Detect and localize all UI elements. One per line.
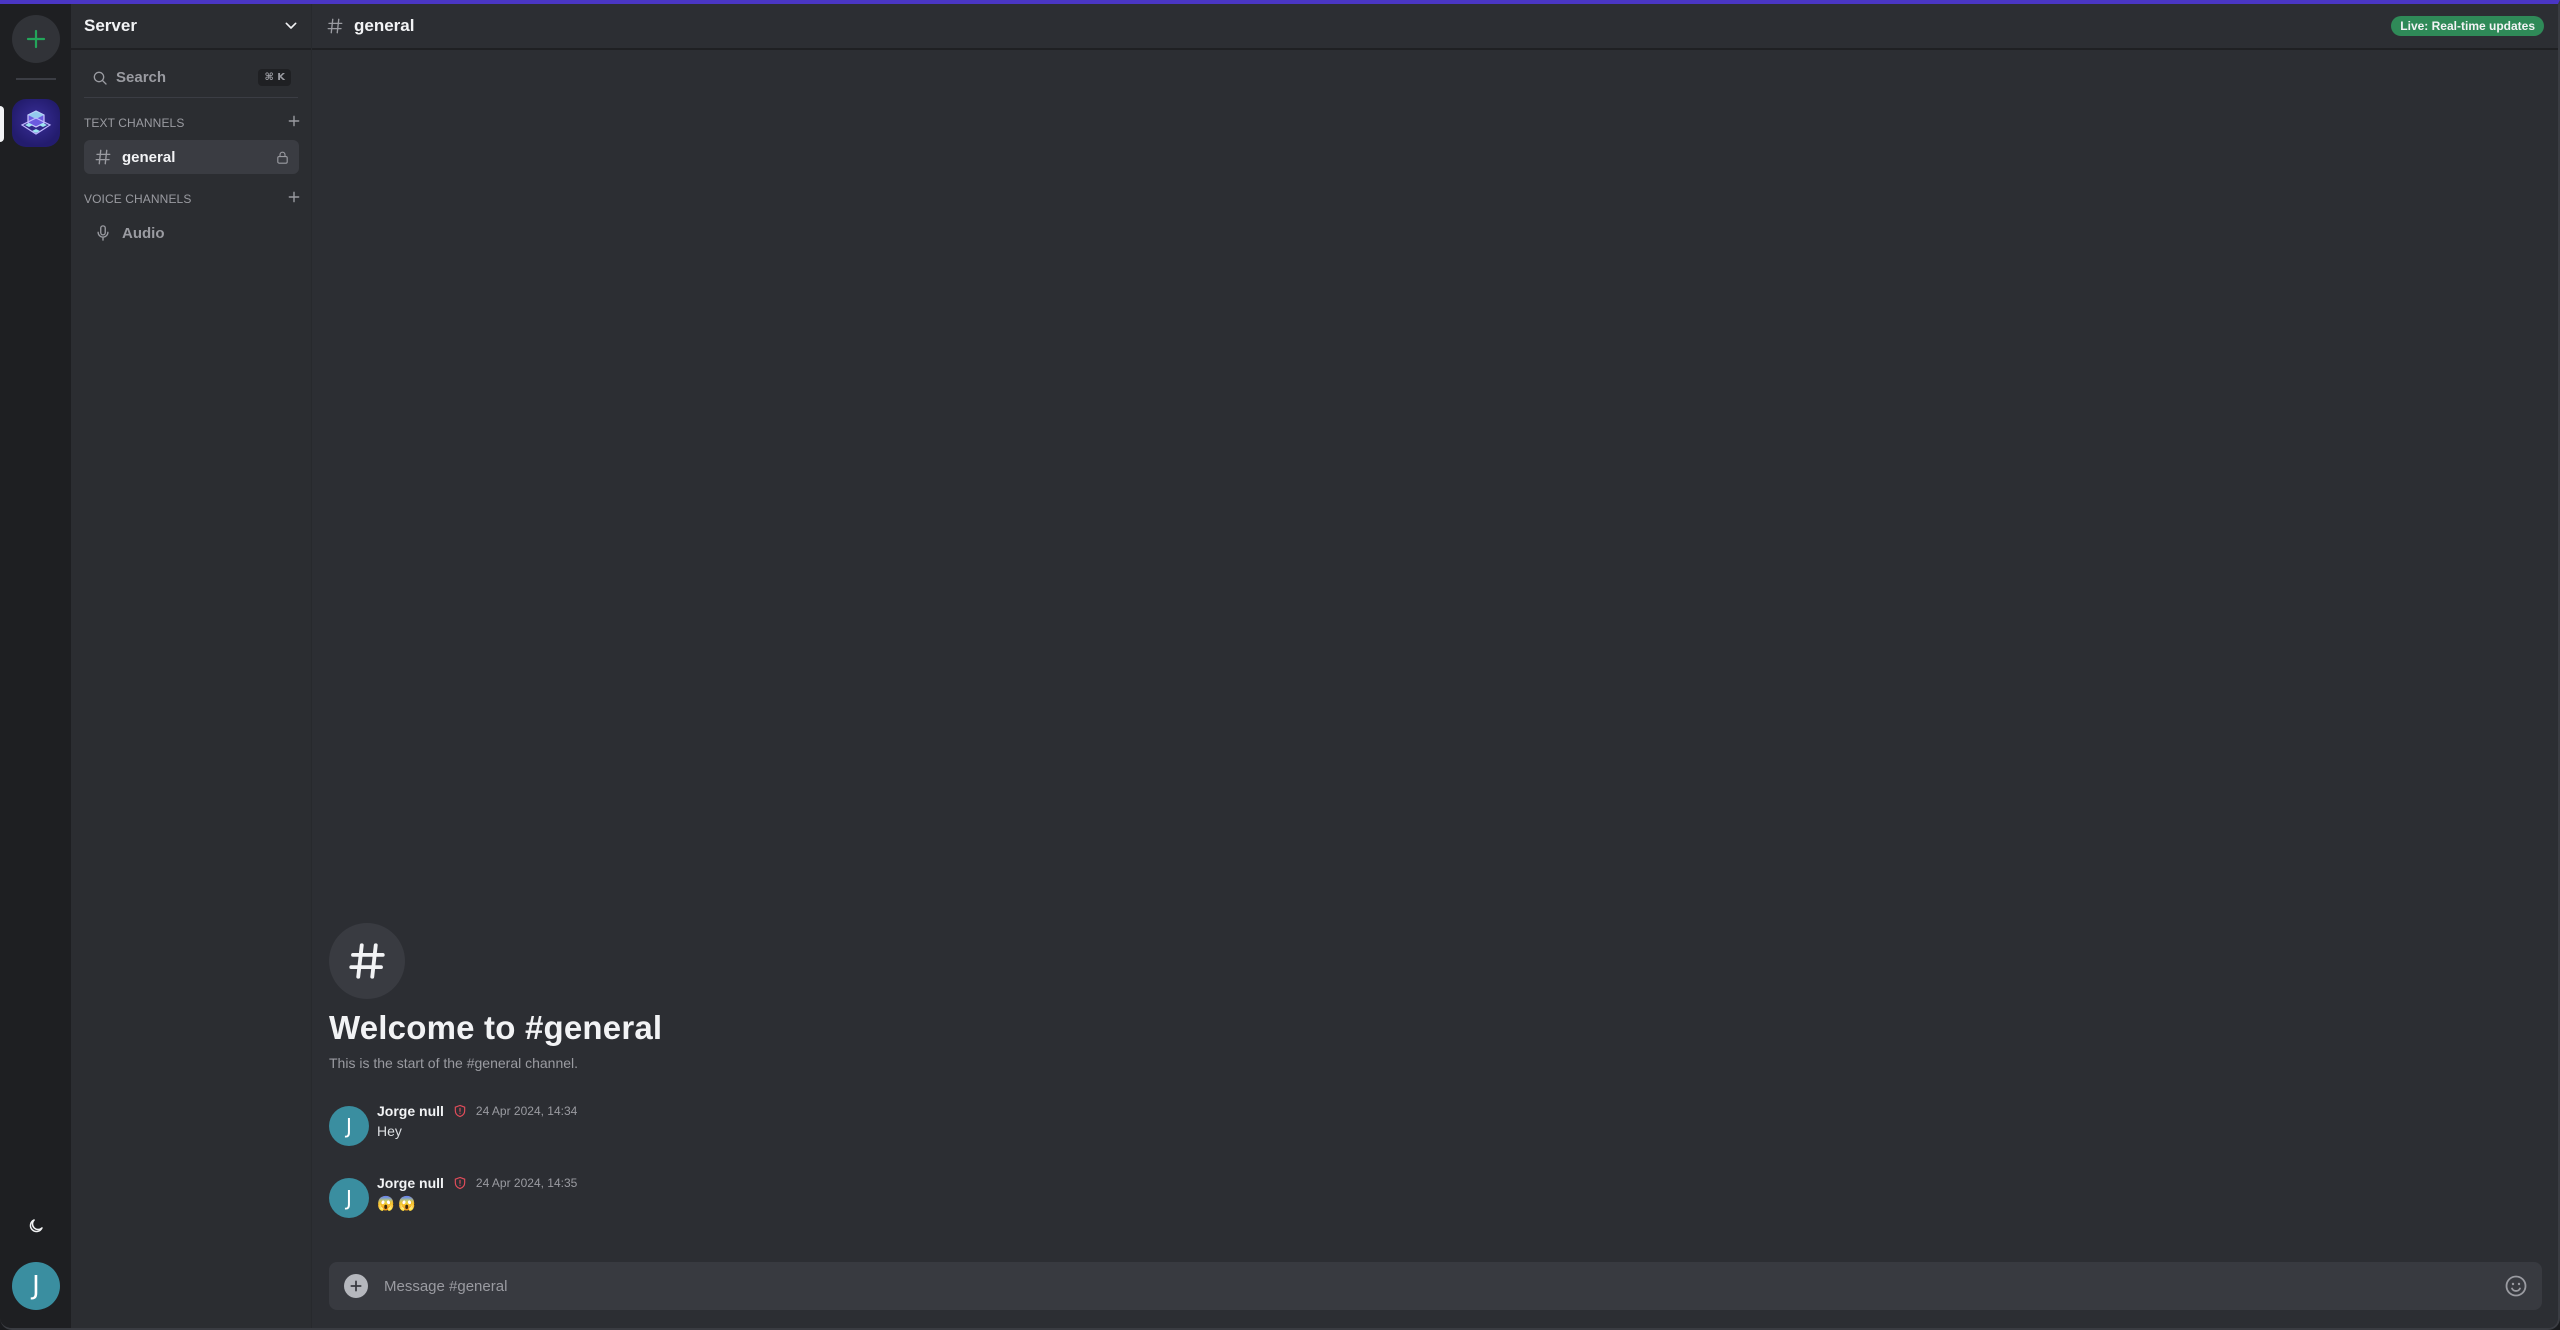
- moon-icon: [29, 1219, 43, 1233]
- welcome-subtitle: This is the start of the #general channe…: [329, 1055, 579, 1071]
- message-composer: [329, 1262, 2542, 1310]
- message-author[interactable]: Jorge null: [377, 1103, 444, 1119]
- message-timestamp: 24 Apr 2024, 14:35: [475, 1176, 578, 1190]
- channel-welcome: Welcome to #general This is the start of…: [329, 923, 662, 1071]
- active-server-indicator: [0, 106, 4, 142]
- add-text-channel-button[interactable]: [287, 114, 301, 132]
- theme-toggle-button[interactable]: [22, 1212, 50, 1240]
- admin-shield-icon: [453, 1176, 467, 1190]
- message-avatar[interactable]: J: [329, 1106, 369, 1146]
- lock-icon: [277, 151, 288, 164]
- avatar-initial: J: [346, 1186, 352, 1210]
- admin-shield-icon: [453, 1104, 467, 1118]
- channel-item-audio[interactable]: Audio: [84, 216, 299, 250]
- app-window: J Server Search ⌘ K TEXT CHANNELS genera…: [0, 0, 2560, 1330]
- message-timestamp: 24 Apr 2024, 14:34: [475, 1104, 578, 1118]
- category-text-channels: TEXT CHANNELS: [71, 112, 311, 134]
- add-server-button[interactable]: [12, 15, 60, 63]
- message-text: Hey: [377, 1123, 402, 1139]
- microphone-icon: [97, 225, 109, 241]
- server-logo-icon: [20, 110, 52, 135]
- plus-icon: [350, 1280, 362, 1292]
- server-icon[interactable]: [12, 99, 60, 147]
- plus-icon: [26, 29, 46, 49]
- smiley-icon: [2505, 1275, 2527, 1297]
- user-avatar-initial: J: [32, 1271, 40, 1301]
- avatar-initial: J: [346, 1114, 352, 1138]
- server-menu-button[interactable]: Server: [71, 4, 311, 50]
- chevron-down-icon: [285, 22, 297, 29]
- channel-name: general: [122, 148, 176, 166]
- channel-header: general Live: Real-time updates: [312, 4, 2558, 50]
- attach-button[interactable]: [344, 1274, 368, 1298]
- message-input[interactable]: [384, 1277, 2504, 1295]
- server-rail: J: [0, 4, 71, 1328]
- channel-title: general: [354, 16, 415, 35]
- add-voice-channel-button[interactable]: [287, 190, 301, 208]
- category-label: TEXT CHANNELS: [84, 116, 185, 130]
- welcome-title: Welcome to #general: [329, 1009, 663, 1046]
- user-avatar[interactable]: J: [12, 1262, 60, 1310]
- message-item: J Jorge null 24 Apr 2024, 14:34 Hey: [329, 1102, 577, 1146]
- channel-sidebar: Server Search ⌘ K TEXT CHANNELS general …: [71, 4, 311, 1328]
- channel-item-general[interactable]: general: [84, 140, 299, 174]
- hash-icon: [327, 18, 343, 34]
- channel-name: Audio: [122, 224, 165, 242]
- search-label: Search: [116, 69, 167, 86]
- search-button[interactable]: Search ⌘ K: [84, 58, 298, 98]
- search-icon: [93, 71, 107, 85]
- live-status-badge: Live: Real-time updates: [2391, 16, 2544, 36]
- chat-main: general Live: Real-time updates Welcome …: [311, 4, 2558, 1328]
- plus-icon: [288, 115, 300, 127]
- message-author[interactable]: Jorge null: [377, 1175, 444, 1191]
- message-item: J Jorge null 24 Apr 2024, 14:35 😱 😱: [329, 1174, 577, 1218]
- category-label: VOICE CHANNELS: [84, 192, 192, 206]
- server-name: Server: [84, 16, 137, 35]
- message-avatar[interactable]: J: [329, 1178, 369, 1218]
- rail-divider: [16, 78, 56, 80]
- hash-icon: [95, 149, 111, 165]
- search-shortcut: ⌘ K: [258, 69, 291, 86]
- welcome-hash-icon: [329, 923, 405, 999]
- plus-icon: [288, 191, 300, 203]
- emoji-picker-button[interactable]: [2504, 1274, 2528, 1298]
- hash-icon: [349, 943, 385, 979]
- message-text: 😱 😱: [377, 1195, 416, 1211]
- category-voice-channels: VOICE CHANNELS: [71, 188, 311, 210]
